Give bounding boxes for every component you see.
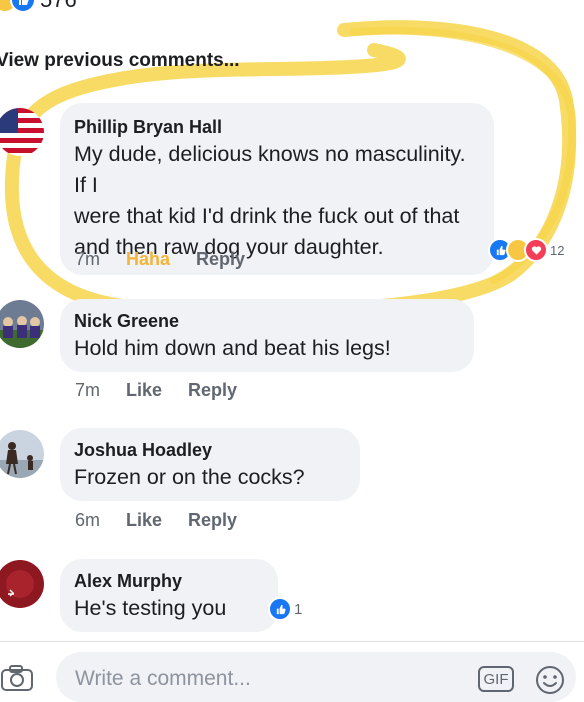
love-icon [524, 238, 548, 262]
comment-author[interactable]: Nick Greene [74, 309, 460, 333]
comment-text-line: were that kid I'd drink the fuck out of … [74, 204, 460, 228]
comment-text: Hold him down and beat his legs! [74, 336, 391, 360]
comment-actions: 6m Like Reply [75, 510, 237, 531]
comment-reaction-count: 12 [550, 242, 565, 258]
comment-author[interactable]: Alex Murphy [74, 569, 264, 593]
like-button[interactable]: Like [126, 380, 162, 401]
comment-time: 7m [75, 249, 101, 269]
reply-button[interactable]: Reply [188, 510, 237, 531]
gif-icon[interactable]: GIF [478, 666, 514, 692]
comment-bubble: Joshua Hoadley Frozen or on the cocks? [60, 428, 360, 501]
reply-button[interactable]: Reply [196, 249, 245, 270]
comment-text: Frozen or on the cocks? [74, 465, 305, 489]
comment-text: My dude, delicious knows no masculinity.… [74, 139, 480, 263]
like-icon [268, 597, 292, 621]
comment-time: 7m [75, 380, 101, 400]
view-previous-comments-link[interactable]: View previous comments... [0, 50, 240, 72]
avatar[interactable] [0, 300, 44, 348]
avatar[interactable] [0, 108, 44, 156]
comment-reactions[interactable]: 12 [488, 238, 564, 262]
comment-reaction-count: 1 [294, 600, 303, 618]
like-button[interactable]: Like [126, 510, 162, 531]
comment-author[interactable]: Joshua Hoadley [74, 438, 346, 462]
comment-author[interactable]: Phillip Bryan Hall [74, 115, 480, 139]
comment-text-line: My dude, delicious knows no masculinity.… [74, 142, 466, 197]
gif-label: GIF [483, 670, 509, 688]
comment-bubble: Alex Murphy He's testing you [60, 559, 278, 632]
like-icon [10, 0, 36, 13]
comment-bubble: Nick Greene Hold him down and beat his l… [60, 299, 474, 372]
comment-actions: 7m Haha Reply [75, 249, 245, 270]
post-reactions-summary[interactable]: 576 [0, 0, 77, 14]
divider [0, 641, 584, 642]
comment-reactions[interactable]: 1 [268, 597, 302, 621]
avatar[interactable] [0, 560, 44, 608]
reply-button[interactable]: Reply [188, 380, 237, 401]
camera-icon[interactable] [0, 664, 34, 697]
avatar[interactable] [0, 430, 44, 478]
emoji-icon[interactable] [534, 664, 566, 701]
comment-input-placeholder: Write a comment... [75, 667, 251, 690]
comment-actions: 7m Like Reply [75, 380, 237, 401]
comment-time: 6m [75, 510, 101, 530]
haha-button[interactable]: Haha [126, 249, 170, 270]
comment-text: He's testing you [74, 596, 227, 620]
reaction-count: 576 [40, 0, 77, 13]
